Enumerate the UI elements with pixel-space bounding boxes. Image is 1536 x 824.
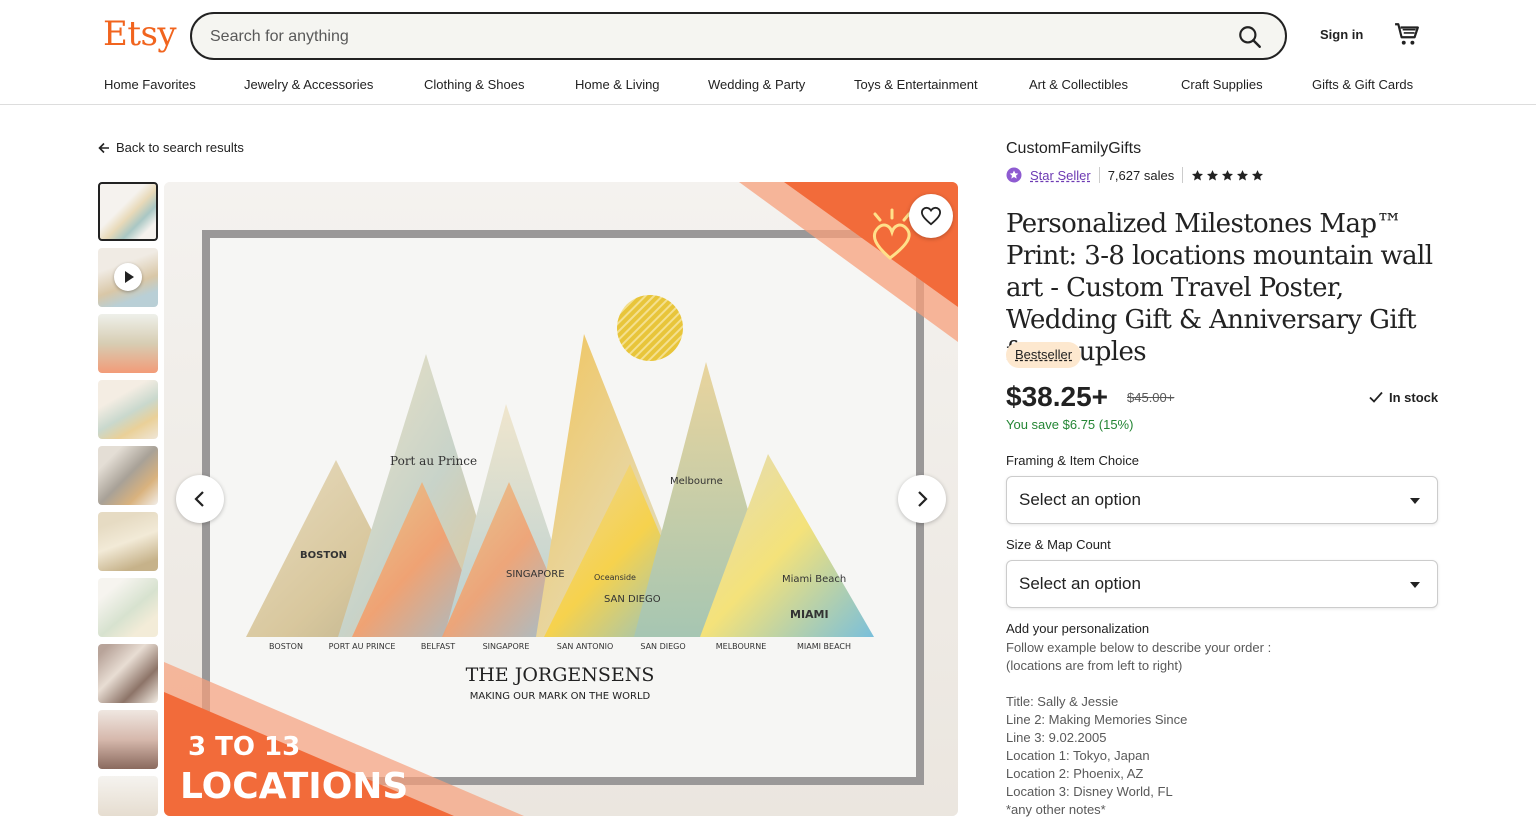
star-icon bbox=[1237, 169, 1249, 180]
thumbnail-6[interactable] bbox=[98, 512, 158, 571]
instruction-line: Line 3: 9.02.2005 bbox=[1006, 730, 1107, 745]
sales-count: 7,627 sales bbox=[1107, 167, 1175, 183]
favorite-button[interactable] bbox=[909, 194, 953, 238]
personalization-instructions: Follow example below to describe your or… bbox=[1006, 639, 1271, 819]
thumbnail-1[interactable] bbox=[98, 182, 158, 241]
mountain-label: MIAMI BEACH bbox=[797, 642, 851, 651]
thumbnail-8[interactable] bbox=[98, 644, 158, 703]
instruction-line: Location 2: Phoenix, AZ bbox=[1006, 766, 1144, 781]
mountain-label: MELBOURNE bbox=[716, 642, 767, 651]
star-icon bbox=[1192, 169, 1204, 180]
thumbnail-7[interactable] bbox=[98, 578, 158, 637]
instruction-line: Follow example below to describe your or… bbox=[1006, 640, 1272, 655]
nav-clothing-shoes[interactable]: Clothing & Shoes bbox=[424, 77, 524, 92]
original-price: $45.00+ bbox=[1127, 390, 1175, 405]
rating-stars[interactable] bbox=[1191, 169, 1264, 182]
banner-line-2: LOCATIONS bbox=[180, 766, 408, 807]
banner-line-1: 3 TO 13 bbox=[188, 732, 300, 762]
chevron-left-icon bbox=[194, 491, 204, 507]
search-icon[interactable] bbox=[1237, 24, 1263, 50]
star-icon bbox=[1207, 169, 1219, 180]
instruction-line: *any other notes* bbox=[1006, 802, 1106, 817]
savings-text: You save $6.75 (15%) bbox=[1006, 417, 1134, 432]
size-select[interactable]: Select an option bbox=[1006, 560, 1438, 608]
search-bar[interactable] bbox=[190, 12, 1287, 60]
next-image-button[interactable] bbox=[898, 475, 946, 523]
in-stock-status: In stock bbox=[1368, 389, 1438, 405]
instruction-line: Line 2: Making Memories Since bbox=[1006, 712, 1188, 727]
thumbnail-3[interactable] bbox=[98, 314, 158, 373]
nav-jewelry-accessories[interactable]: Jewelry & Accessories bbox=[244, 77, 373, 92]
current-price: $38.25+ bbox=[1006, 381, 1108, 412]
mountain-label: SAN ANTONIO bbox=[557, 642, 614, 651]
star-icon bbox=[1252, 169, 1264, 180]
star-seller-link[interactable]: Star Seller bbox=[1030, 168, 1091, 183]
thumbnail-5[interactable] bbox=[98, 446, 158, 505]
nav-art-collectibles[interactable]: Art & Collectibles bbox=[1029, 77, 1128, 92]
mountain-label: BOSTON bbox=[269, 642, 303, 651]
map-word: Port au Prince bbox=[390, 454, 477, 468]
size-select-value: Select an option bbox=[1019, 574, 1141, 593]
mountain-label: BELFAST bbox=[421, 642, 455, 651]
caret-down-icon bbox=[1410, 582, 1420, 588]
previous-image-button[interactable] bbox=[176, 475, 224, 523]
seller-info-row: Star Seller 7,627 sales bbox=[1006, 166, 1264, 184]
framing-label: Framing & Item Choice bbox=[1006, 453, 1139, 468]
thumbnail-10[interactable] bbox=[98, 776, 158, 816]
map-word: MIAMI bbox=[790, 608, 829, 621]
nav-wedding-party[interactable]: Wedding & Party bbox=[708, 77, 805, 92]
sign-in-link[interactable]: Sign in bbox=[1320, 27, 1363, 42]
thumbnail-9[interactable] bbox=[98, 710, 158, 769]
search-input[interactable] bbox=[210, 24, 1190, 50]
etsy-logo[interactable]: Etsy bbox=[103, 14, 177, 54]
mountain-label: SINGAPORE bbox=[483, 642, 530, 651]
back-to-search-link[interactable]: Back to search results bbox=[98, 140, 244, 155]
instruction-line: Location 1: Tokyo, Japan bbox=[1006, 748, 1150, 763]
tagline: MAKING OUR MARK ON THE WORLD bbox=[470, 691, 651, 702]
star-seller-badge-icon bbox=[1006, 167, 1022, 183]
category-nav: Home Favorites Jewelry & Accessories Clo… bbox=[0, 70, 1536, 105]
family-name: THE JORGENSENS bbox=[466, 664, 655, 686]
nav-home-living[interactable]: Home & Living bbox=[575, 77, 660, 92]
nav-gifts-gift-cards[interactable]: Gifts & Gift Cards bbox=[1312, 77, 1413, 92]
framing-select[interactable]: Select an option bbox=[1006, 476, 1438, 524]
instruction-line: (locations are from left to right) bbox=[1006, 658, 1183, 673]
instruction-line bbox=[1006, 675, 1271, 693]
caret-down-icon bbox=[1410, 498, 1420, 504]
map-word: Melbourne bbox=[670, 476, 723, 487]
map-word: SAN DIEGO bbox=[604, 594, 661, 605]
play-icon bbox=[114, 263, 142, 291]
product-image-art: Port au Prince BOSTON SINGAPORE Melbourn… bbox=[164, 182, 958, 816]
mountain-label: SAN DIEGO bbox=[640, 642, 685, 651]
mountain-label: PORT AU PRINCE bbox=[329, 642, 396, 651]
thumbnail-4[interactable] bbox=[98, 380, 158, 439]
shop-name-link[interactable]: CustomFamilyGifts bbox=[1006, 140, 1141, 158]
chevron-right-icon bbox=[918, 491, 928, 507]
thumbnail-2-video[interactable] bbox=[98, 248, 158, 307]
nav-craft-supplies[interactable]: Craft Supplies bbox=[1181, 77, 1263, 92]
map-word: BOSTON bbox=[300, 550, 347, 561]
instruction-line: Title: Sally & Jessie bbox=[1006, 694, 1119, 709]
star-icon bbox=[1222, 169, 1234, 180]
cart-icon[interactable] bbox=[1394, 21, 1420, 47]
checkmark-icon bbox=[1369, 391, 1383, 403]
back-link-label: Back to search results bbox=[116, 140, 244, 155]
divider bbox=[1182, 167, 1184, 183]
bestseller-badge[interactable]: Bestseller bbox=[1006, 342, 1082, 368]
size-label: Size & Map Count bbox=[1006, 537, 1111, 552]
divider bbox=[1098, 167, 1100, 183]
personalization-label: Add your personalization bbox=[1006, 621, 1150, 636]
map-word: Oceanside bbox=[594, 573, 636, 582]
nav-home-favorites[interactable]: Home Favorites bbox=[104, 77, 196, 92]
framing-select-value: Select an option bbox=[1019, 490, 1141, 509]
in-stock-label: In stock bbox=[1389, 389, 1439, 405]
heart-icon bbox=[920, 206, 942, 226]
nav-toys-entertainment[interactable]: Toys & Entertainment bbox=[854, 77, 978, 92]
map-word: SINGAPORE bbox=[506, 569, 565, 580]
arrow-left-icon bbox=[98, 142, 109, 153]
main-product-image[interactable]: Port au Prince BOSTON SINGAPORE Melbourn… bbox=[164, 182, 958, 816]
instruction-line: Location 3: Disney World, FL bbox=[1006, 784, 1173, 799]
map-word: Miami Beach bbox=[782, 574, 846, 585]
site-header: Etsy Sign in bbox=[0, 0, 1536, 70]
